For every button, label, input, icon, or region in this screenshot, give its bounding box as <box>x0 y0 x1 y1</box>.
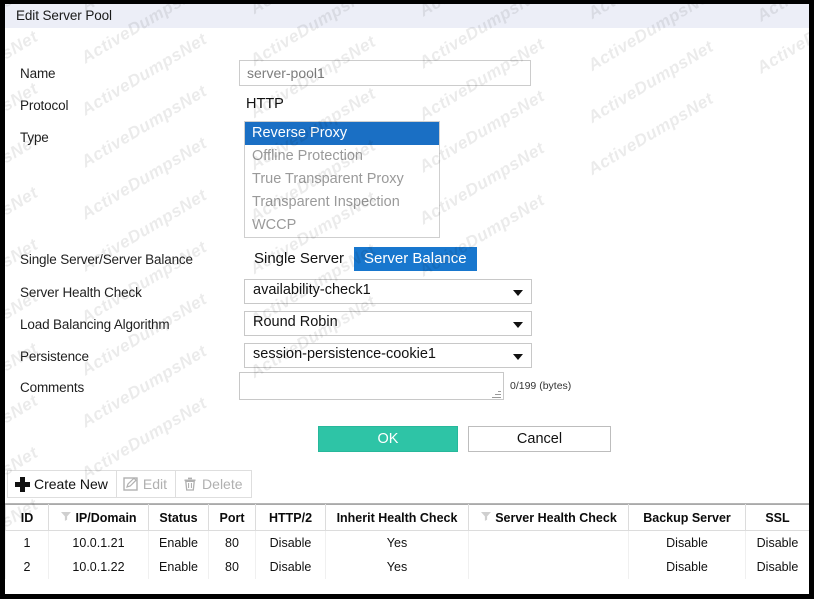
table-cell-inherit-health-check: Yes <box>326 531 469 556</box>
balance-mode-toggle[interactable]: Single ServerServer Balance <box>244 247 477 271</box>
type-option-3[interactable]: Transparent Inspection <box>245 191 439 214</box>
persistence-label: Persistence <box>20 349 89 364</box>
name-input[interactable] <box>239 60 531 86</box>
create-new-label: Create New <box>34 476 108 492</box>
comments-label: Comments <box>20 380 84 395</box>
table-cell-port: 80 <box>209 531 256 556</box>
table-cell-ip-domain: 10.0.1.21 <box>49 531 149 556</box>
table-header-cell[interactable]: ID <box>6 505 49 531</box>
persistence-select[interactable]: session-persistence-cookie1 <box>244 343 532 368</box>
table-cell-server-health-check <box>469 555 629 579</box>
type-option-1[interactable]: Offline Protection <box>245 145 439 168</box>
pencil-edit-icon <box>122 475 140 493</box>
table-cell-ip-domain: 10.0.1.22 <box>49 555 149 579</box>
table-header-cell[interactable]: HTTP/2 <box>256 505 326 531</box>
edit-button[interactable]: Edit <box>116 470 175 498</box>
protocol-label: Protocol <box>20 98 68 113</box>
table-cell-http2: Disable <box>256 555 326 579</box>
persistence-value: session-persistence-cookie1 <box>253 346 436 362</box>
table-cell-id: 1 <box>6 531 49 556</box>
dialog-title: Edit Server Pool <box>16 8 112 23</box>
chevron-down-icon <box>513 354 523 360</box>
load-balancing-algorithm-select[interactable]: Round Robin <box>244 311 532 336</box>
type-label: Type <box>20 130 49 145</box>
type-option-2[interactable]: True Transparent Proxy <box>245 168 439 191</box>
table-header-label: Status <box>159 511 197 525</box>
type-option-0[interactable]: Reverse Proxy <box>245 122 439 145</box>
table-header-cell[interactable]: Status <box>149 505 209 531</box>
name-label: Name <box>20 66 55 81</box>
table-header-cell[interactable]: IP/Domain <box>49 505 149 531</box>
server-health-check-value: availability-check1 <box>253 282 371 298</box>
table-header-label: IP/Domain <box>75 511 136 525</box>
protocol-value: HTTP <box>246 96 284 112</box>
comments-byte-counter: 0/199 (bytes) <box>510 380 571 392</box>
window-border-right <box>809 0 814 599</box>
window-border-top <box>0 0 814 4</box>
table-cell-id: 2 <box>6 555 49 579</box>
table-cell-http2: Disable <box>256 531 326 556</box>
ok-button[interactable]: OK <box>318 426 458 452</box>
server-health-check-select[interactable]: availability-check1 <box>244 279 532 304</box>
delete-button[interactable]: Delete <box>175 470 251 498</box>
resize-grip-icon[interactable] <box>492 389 501 398</box>
comments-textarea[interactable] <box>239 372 504 400</box>
table-cell-server-health-check <box>469 531 629 556</box>
table-header-label: Backup Server <box>643 511 731 525</box>
table-header-row: ID IP/Domain Status Port HTTP/2 Inherit Healt… <box>6 505 810 531</box>
table-header-label: Server Health Check <box>495 511 617 525</box>
table-header-cell[interactable]: Inherit Health Check <box>326 505 469 531</box>
table-header-label: Port <box>220 511 245 525</box>
table-cell-status: Enable <box>149 555 209 579</box>
table-row[interactable]: 110.0.1.21Enable80DisableYesDisableDisab… <box>6 531 810 556</box>
table-header-cell[interactable]: Port <box>209 505 256 531</box>
window-border-left <box>0 0 5 599</box>
type-option-4[interactable]: WCCP <box>245 214 439 237</box>
table-top-divider <box>5 503 809 504</box>
table-header-cell[interactable]: SSL <box>746 505 810 531</box>
window-border-bottom <box>0 594 814 599</box>
table-cell-ssl: Disable <box>746 531 810 556</box>
table-cell-inherit-health-check: Yes <box>326 555 469 579</box>
dialog-titlebar: Edit Server Pool <box>5 4 809 28</box>
filter-funnel-icon[interactable] <box>480 510 492 525</box>
delete-label: Delete <box>202 476 242 492</box>
load-balancing-algorithm-value: Round Robin <box>253 314 338 330</box>
table-header-label: HTTP/2 <box>269 511 312 525</box>
cancel-button[interactable]: Cancel <box>468 426 611 452</box>
balance-mode-option-0[interactable]: Single Server <box>244 247 354 271</box>
member-server-table: ID IP/Domain Status Port HTTP/2 Inherit Healt… <box>5 504 810 579</box>
table-cell-backup-server: Disable <box>629 531 746 556</box>
table-cell-port: 80 <box>209 555 256 579</box>
edit-server-pool-dialog: ActiveDumpsNetActiveDumpsNetActiveDumpsN… <box>0 0 814 599</box>
trash-icon <box>181 475 199 493</box>
chevron-down-icon <box>513 290 523 296</box>
table-header-cell[interactable]: Backup Server <box>629 505 746 531</box>
type-listbox[interactable]: Reverse ProxyOffline ProtectionTrue Tran… <box>244 121 440 238</box>
filter-funnel-icon[interactable] <box>60 510 72 525</box>
server-health-check-label: Server Health Check <box>20 285 142 300</box>
table-header-label: Inherit Health Check <box>337 511 458 525</box>
create-new-button[interactable]: Create New <box>7 470 116 498</box>
table-header-cell[interactable]: Server Health Check <box>469 505 629 531</box>
edit-label: Edit <box>143 476 167 492</box>
balance-mode-option-1[interactable]: Server Balance <box>354 247 477 271</box>
member-table-toolbar: Create New Edit Delete <box>7 470 252 498</box>
chevron-down-icon <box>513 322 523 328</box>
plus-icon <box>13 475 31 493</box>
table-row[interactable]: 210.0.1.22Enable80DisableYesDisableDisab… <box>6 555 810 579</box>
table-cell-ssl: Disable <box>746 555 810 579</box>
table-header-label: ID <box>21 511 34 525</box>
load-balancing-algorithm-label: Load Balancing Algorithm <box>20 317 170 332</box>
table-cell-status: Enable <box>149 531 209 556</box>
table-cell-backup-server: Disable <box>629 555 746 579</box>
table-header-label: SSL <box>765 511 789 525</box>
balance-mode-label: Single Server/Server Balance <box>20 252 193 267</box>
